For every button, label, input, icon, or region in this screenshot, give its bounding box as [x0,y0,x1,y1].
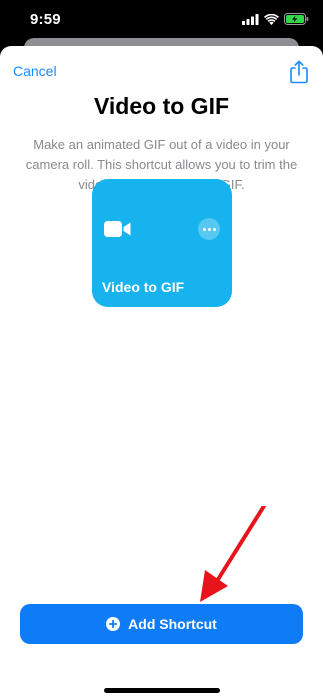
cancel-button[interactable]: Cancel [13,63,57,79]
cellular-signal-icon [242,12,259,30]
home-indicator[interactable] [104,688,220,693]
add-shortcut-button[interactable]: Add Shortcut [20,604,303,644]
status-icons [242,12,309,30]
video-camera-icon [104,219,132,239]
shortcut-card-name: Video to GIF [102,279,185,295]
more-icon-dot [212,227,216,231]
shortcut-sheet: Cancel Video to GIF Make an animated GIF… [0,46,323,700]
phone-screen: 9:59 Cancel Video to GIF Make an animate… [0,0,323,700]
shortcut-card[interactable]: Video to GIF [92,179,232,307]
status-time: 9:59 [30,11,61,28]
share-icon[interactable] [289,60,309,84]
more-options-button[interactable] [198,218,220,240]
page-title: Video to GIF [93,93,230,119]
status-bar: 9:59 [0,0,323,40]
battery-charging-icon [284,12,309,30]
more-icon-dot [207,227,211,231]
red-arrow-annotation [200,506,266,602]
wifi-icon [264,12,279,30]
add-shortcut-label: Add Shortcut [128,616,217,632]
more-icon [202,227,206,231]
plus-circle-icon [106,617,121,631]
